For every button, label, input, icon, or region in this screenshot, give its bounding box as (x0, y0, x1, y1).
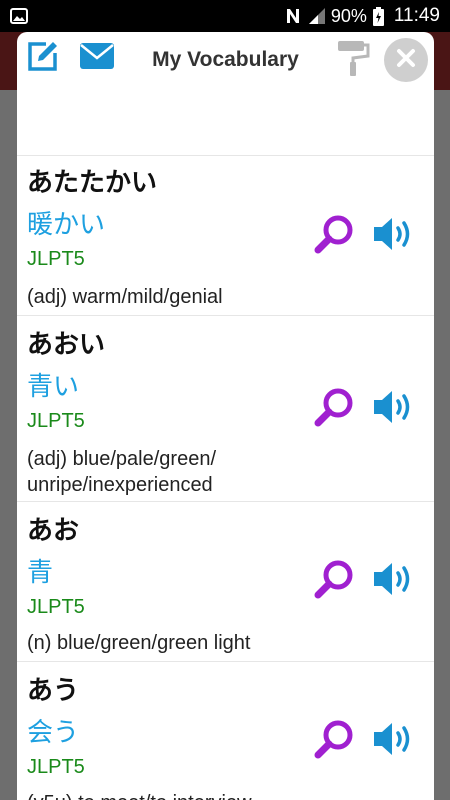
entry-level: JLPT5 (27, 248, 85, 270)
paint-roller-icon (336, 39, 370, 81)
entry-kana: あたたかい (27, 168, 158, 198)
signal-icon (307, 8, 325, 24)
entry-kanji: 会う (27, 718, 80, 748)
search-icon (313, 718, 355, 764)
entry-meaning: (adj) blue/pale/green/ unripe/inexperien… (27, 448, 217, 496)
entry-level: JLPT5 (27, 410, 85, 432)
lookup-button[interactable] (311, 718, 357, 764)
nfc-icon (285, 7, 301, 25)
entry-kana: あお (27, 516, 80, 546)
speaker-icon (372, 214, 416, 258)
lookup-button[interactable] (311, 558, 357, 604)
entry-level: JLPT5 (27, 756, 85, 778)
list-item[interactable]: あおい 青い JLPT5 (adj) blue/pale/green/ unri… (17, 316, 434, 502)
clock: 11:49 (393, 5, 440, 26)
pronounce-button[interactable] (371, 386, 417, 432)
theme-button[interactable] (335, 40, 371, 80)
speaker-icon (372, 719, 416, 763)
close-icon (396, 48, 416, 72)
search-icon (313, 558, 355, 604)
list-item[interactable]: あう 会う JLPT5 (v5u) to meet/to interview (17, 662, 434, 800)
list-item[interactable]: あお 青 JLPT5 (n) blue/green/green light (17, 502, 434, 662)
entry-meaning: (v5u) to meet/to interview (27, 790, 297, 800)
search-icon (313, 386, 355, 432)
pronounce-button[interactable] (371, 718, 417, 764)
entry-meaning: (adj) warm/mild/genial (27, 286, 223, 308)
vocabulary-list[interactable]: あたたかい 暖かい JLPT5 (adj) warm/mild/genial あ… (17, 156, 434, 800)
entry-kanji: 青い (27, 372, 80, 402)
search-icon (313, 213, 355, 259)
speaker-icon (372, 387, 416, 431)
pronounce-button[interactable] (371, 558, 417, 604)
list-item[interactable]: あたたかい 暖かい JLPT5 (adj) warm/mild/genial (17, 156, 434, 316)
dialog-header: My Vocabulary (17, 32, 434, 90)
battery-percent: 90% (330, 5, 367, 26)
entry-kana: あおい (27, 330, 106, 360)
entry-kanji: 暖かい (27, 210, 106, 240)
battery-icon (372, 6, 384, 26)
gallery-icon (10, 8, 28, 28)
entry-meaning: (n) blue/green/green light (27, 632, 251, 654)
speaker-icon (372, 559, 416, 603)
entry-kana: あう (27, 676, 80, 706)
pronounce-button[interactable] (371, 213, 417, 259)
status-bar: 90% 11:49 (0, 0, 450, 32)
close-button[interactable] (384, 38, 428, 82)
vocabulary-dialog: My Vocabulary あたたかい 暖かい JLPT5 (adj) warm… (17, 32, 434, 800)
dialog-title: My Vocabulary (152, 48, 299, 71)
lookup-button[interactable] (311, 213, 357, 259)
entry-kanji: 青 (27, 558, 54, 588)
entry-level: JLPT5 (27, 596, 85, 618)
lookup-button[interactable] (311, 386, 357, 432)
